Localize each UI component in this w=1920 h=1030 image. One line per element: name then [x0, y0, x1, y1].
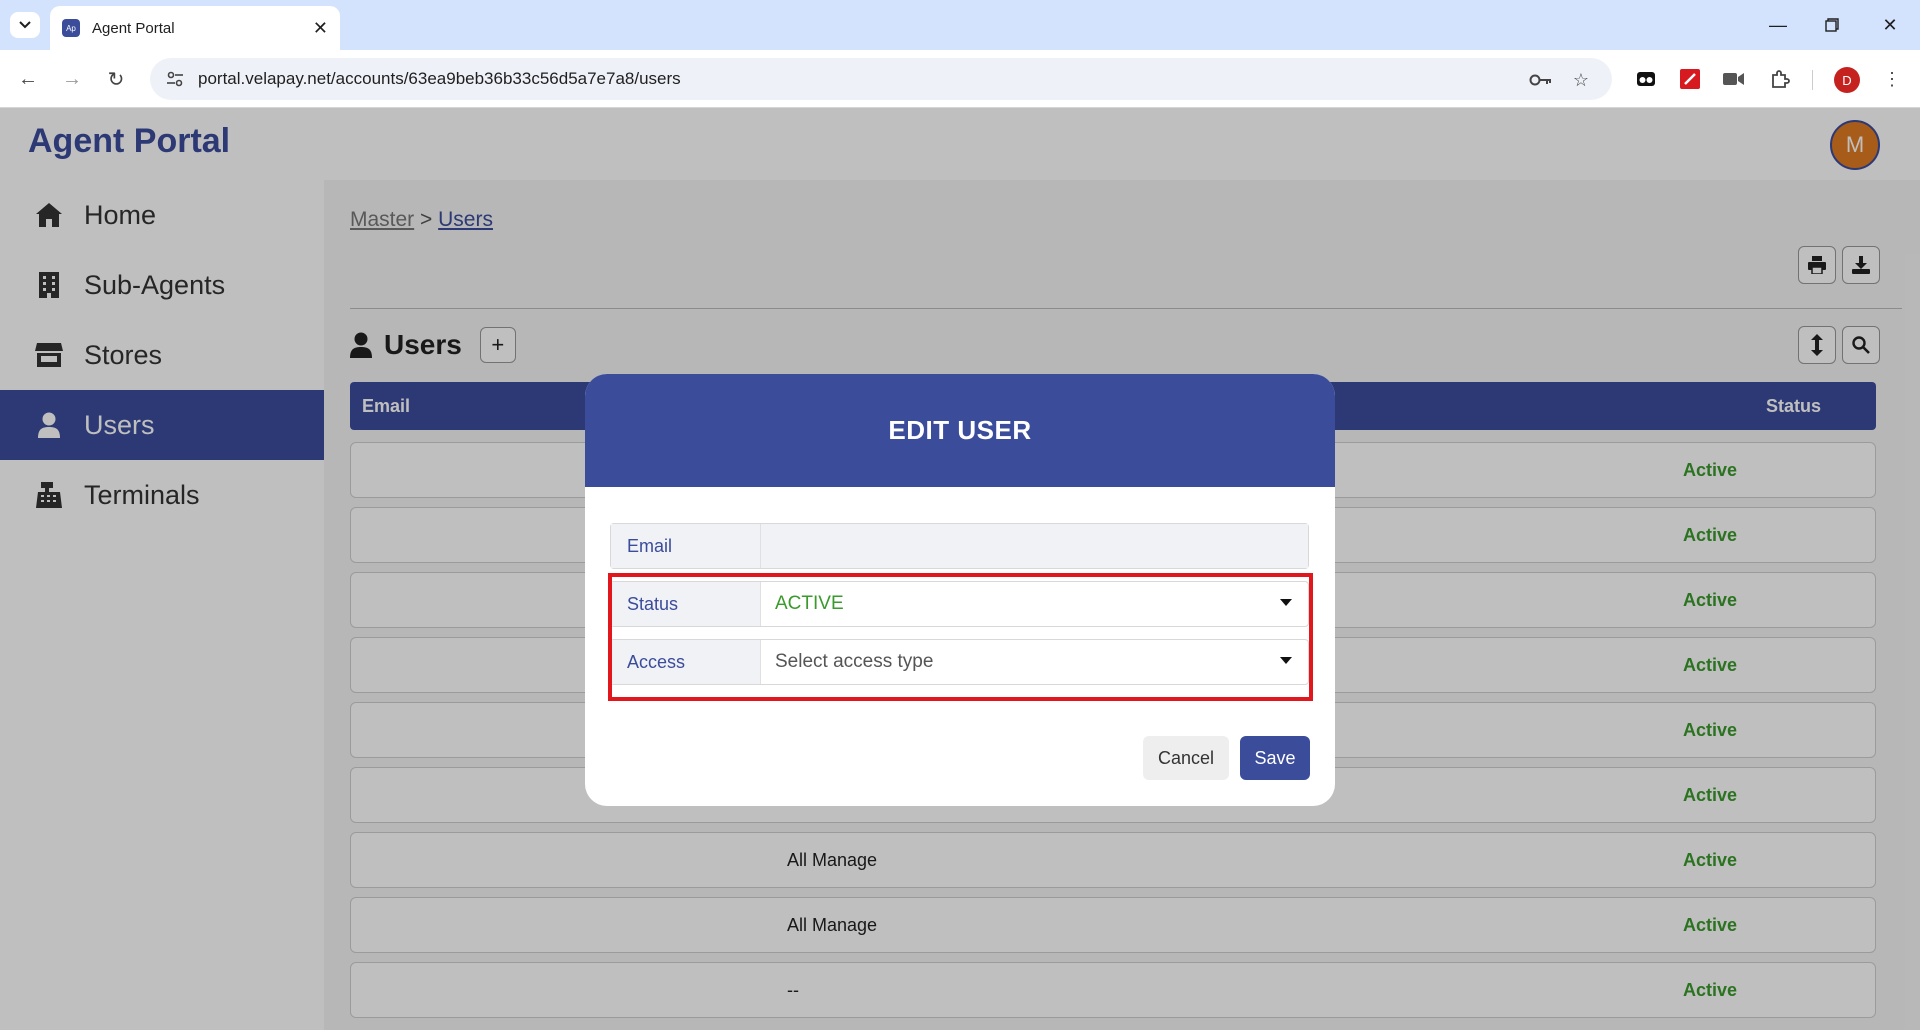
browser-menu-icon[interactable]: ⋮ — [1876, 63, 1908, 95]
status-label: Status — [611, 582, 761, 626]
bookmark-star-icon[interactable]: ☆ — [1568, 67, 1594, 93]
site-settings-icon[interactable] — [164, 68, 186, 90]
tab-search-button[interactable] — [10, 12, 40, 38]
url-text: portal.velapay.net/accounts/63ea9beb36b3… — [198, 69, 681, 88]
address-bar[interactable]: portal.velapay.net/accounts/63ea9beb36b3… — [150, 58, 1612, 100]
cancel-button[interactable]: Cancel — [1143, 736, 1229, 780]
status-field: Status ACTIVE — [610, 581, 1309, 627]
close-window-icon[interactable]: ✕ — [1870, 10, 1910, 40]
access-select[interactable]: Select access type — [761, 640, 1308, 684]
back-icon[interactable]: ← — [12, 63, 44, 95]
email-field: Email — [610, 523, 1309, 569]
browser-tab[interactable]: Ap Agent Portal ✕ — [50, 6, 340, 50]
status-select[interactable]: ACTIVE — [761, 582, 1308, 626]
chevron-down-icon — [19, 21, 31, 29]
browser-tab-strip: Ap Agent Portal ✕ — ✕ — [0, 0, 1920, 50]
access-label: Access — [611, 640, 761, 684]
access-placeholder: Select access type — [775, 651, 934, 672]
minimize-icon[interactable]: — — [1758, 10, 1798, 40]
extensions-puzzle-icon[interactable] — [1764, 63, 1796, 95]
caret-down-icon — [1280, 599, 1292, 606]
reload-icon[interactable]: ↻ — [100, 63, 132, 95]
extension-icon-1[interactable] — [1630, 63, 1662, 95]
save-button[interactable]: Save — [1240, 736, 1310, 780]
video-camera-icon[interactable] — [1718, 63, 1750, 95]
close-tab-icon[interactable]: ✕ — [313, 18, 328, 39]
restore-icon[interactable] — [1812, 10, 1852, 40]
modal-title: EDIT USER — [888, 415, 1032, 445]
password-key-icon[interactable] — [1528, 67, 1554, 93]
extension-icon-2[interactable] — [1674, 63, 1706, 95]
edit-user-modal: EDIT USER Email Status ACTIVE Access Sel… — [585, 374, 1335, 806]
access-field: Access Select access type — [610, 639, 1309, 685]
email-label: Email — [611, 524, 761, 568]
caret-down-icon — [1280, 657, 1292, 664]
toolbar-separator — [1812, 70, 1813, 90]
tab-title: Agent Portal — [92, 19, 175, 37]
modal-header: EDIT USER — [585, 374, 1335, 487]
browser-profile-avatar[interactable]: D — [1834, 67, 1860, 93]
favicon-icon: Ap — [62, 19, 80, 37]
browser-toolbar: ← → ↻ portal.velapay.net/accounts/63ea9b… — [0, 50, 1920, 108]
forward-icon[interactable]: → — [56, 63, 88, 95]
email-input[interactable] — [761, 524, 1308, 568]
status-selected-value: ACTIVE — [775, 593, 844, 614]
